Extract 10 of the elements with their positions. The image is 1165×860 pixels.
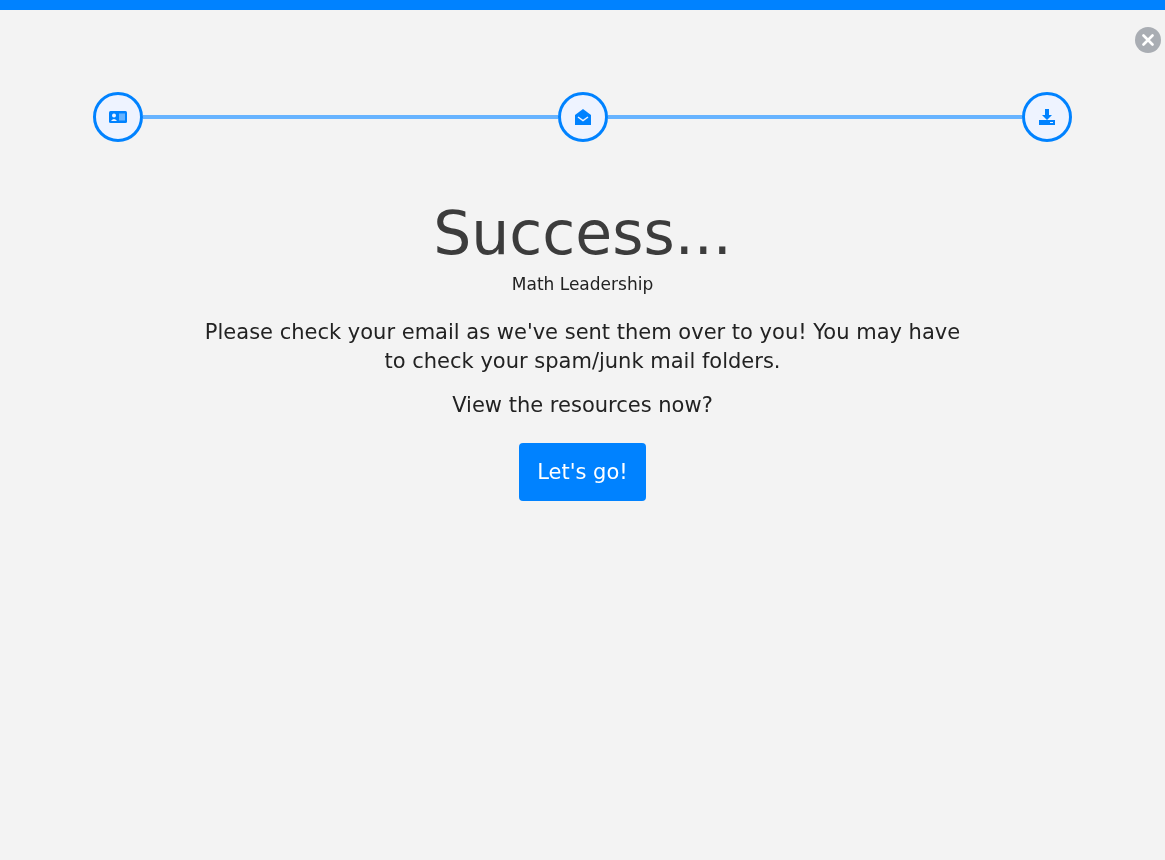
download-icon — [1038, 108, 1056, 126]
id-card-icon — [109, 110, 127, 124]
success-title: Success... — [433, 200, 732, 266]
close-button[interactable] — [1135, 27, 1161, 53]
message-text: Please check your email as we've sent them over to you! You may have to check your spam/junk mail folders. — [203, 319, 962, 376]
prompt-text: View the resources now? — [452, 392, 713, 417]
subtitle: Math Leadership — [511, 274, 654, 294]
lets-go-button[interactable]: Let's go! — [519, 442, 646, 501]
envelope-icon — [573, 108, 592, 126]
close-icon — [1142, 34, 1154, 46]
